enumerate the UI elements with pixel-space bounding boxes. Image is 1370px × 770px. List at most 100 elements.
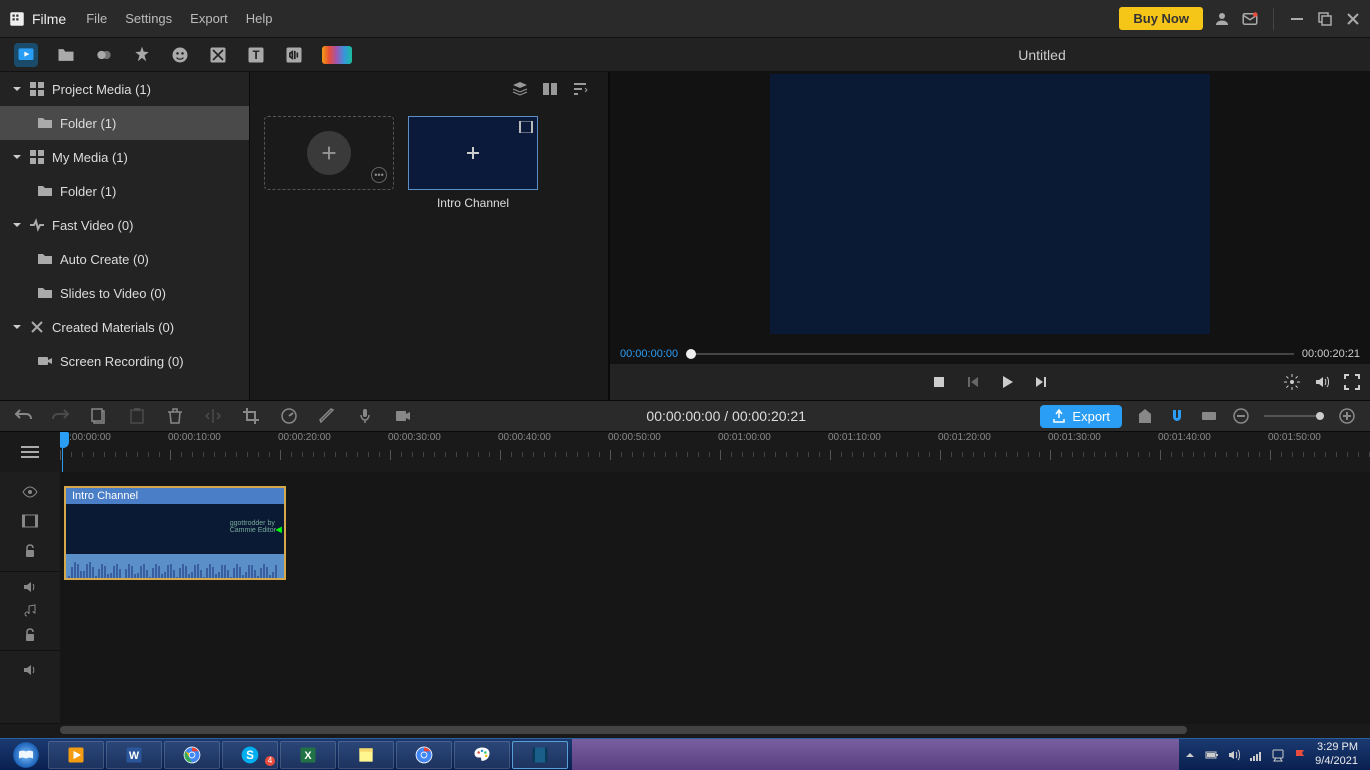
layers-icon[interactable] bbox=[512, 81, 528, 97]
taskbar-sticky-notes[interactable] bbox=[338, 741, 394, 769]
taskbar-chrome[interactable] bbox=[164, 741, 220, 769]
extra-track-lane[interactable] bbox=[60, 658, 1370, 718]
sidebar-screen-recording[interactable]: Screen Recording (0) bbox=[0, 344, 249, 378]
zoom-slider[interactable] bbox=[1264, 415, 1324, 417]
close-button[interactable] bbox=[1344, 10, 1362, 28]
buy-now-button[interactable]: Buy Now bbox=[1119, 7, 1203, 30]
eye-icon[interactable] bbox=[22, 485, 38, 499]
speaker-icon[interactable] bbox=[22, 580, 38, 594]
effects-tab-icon[interactable] bbox=[132, 45, 152, 65]
sidebar-auto-create[interactable]: Auto Create (0) bbox=[0, 242, 249, 276]
sidebar-project-media[interactable]: Project Media (1) bbox=[0, 72, 249, 106]
sort-icon[interactable] bbox=[572, 81, 588, 97]
sidebar-my-media[interactable]: My Media (1) bbox=[0, 140, 249, 174]
taskbar-skype[interactable]: S4 bbox=[222, 741, 278, 769]
zoom-handle[interactable] bbox=[1316, 412, 1324, 420]
track-options-icon[interactable] bbox=[21, 445, 39, 459]
volume-icon[interactable] bbox=[1314, 374, 1330, 390]
preview-scrubber[interactable]: 00:00:00:00 00:00:20:21 bbox=[610, 344, 1370, 364]
delete-button[interactable] bbox=[166, 407, 184, 425]
split-button[interactable] bbox=[204, 407, 222, 425]
minimize-button[interactable] bbox=[1288, 10, 1306, 28]
lock-icon[interactable] bbox=[22, 544, 38, 558]
aspect-button[interactable] bbox=[1200, 407, 1218, 425]
start-button[interactable] bbox=[6, 741, 46, 769]
copy-button[interactable] bbox=[90, 407, 108, 425]
preview-canvas[interactable] bbox=[610, 72, 1370, 344]
ruler-label: 00:00:40:00 bbox=[498, 432, 551, 443]
paste-button[interactable] bbox=[128, 407, 146, 425]
taskbar-word[interactable]: W bbox=[106, 741, 162, 769]
snapping-button[interactable] bbox=[1168, 407, 1186, 425]
timeline-clip[interactable]: Intro Channel ggottrodder byCammie Edito… bbox=[64, 486, 286, 580]
next-frame-button[interactable] bbox=[1033, 374, 1049, 390]
account-icon[interactable] bbox=[1213, 10, 1231, 28]
taskbar-media-player[interactable] bbox=[48, 741, 104, 769]
import-media-tile[interactable]: ••• bbox=[264, 116, 394, 190]
sidebar-created-materials[interactable]: Created Materials (0) bbox=[0, 310, 249, 344]
network-icon[interactable] bbox=[1249, 748, 1263, 762]
sidebar-my-folder[interactable]: Folder (1) bbox=[0, 174, 249, 208]
voiceover-button[interactable] bbox=[356, 407, 374, 425]
filme-logo-icon bbox=[8, 10, 26, 28]
menu-file[interactable]: File bbox=[86, 11, 107, 26]
media-tab-icon[interactable] bbox=[14, 43, 38, 67]
sidebar-fast-video[interactable]: Fast Video (0) bbox=[0, 208, 249, 242]
play-button[interactable] bbox=[999, 374, 1015, 390]
menu-settings[interactable]: Settings bbox=[125, 11, 172, 26]
stickers-tab-icon[interactable] bbox=[170, 45, 190, 65]
marker-button[interactable] bbox=[1136, 407, 1154, 425]
taskbar-excel[interactable]: X bbox=[280, 741, 336, 769]
filters-tab-icon[interactable] bbox=[208, 45, 228, 65]
volume-tray-icon[interactable] bbox=[1227, 748, 1241, 762]
playhead[interactable] bbox=[62, 448, 63, 472]
tray-expand-icon[interactable] bbox=[1183, 748, 1197, 762]
sidebar-project-folder[interactable]: Folder (1) bbox=[0, 106, 249, 140]
redo-button[interactable] bbox=[52, 407, 70, 425]
folder-tab-icon[interactable] bbox=[56, 45, 76, 65]
video-track-lane[interactable]: Intro Channel ggottrodder byCammie Edito… bbox=[60, 482, 1370, 582]
speed-button[interactable] bbox=[280, 407, 298, 425]
mail-icon[interactable] bbox=[1241, 10, 1259, 28]
clip-thumbnail[interactable] bbox=[408, 116, 538, 190]
undo-button[interactable] bbox=[14, 407, 32, 425]
main-menu: File Settings Export Help bbox=[86, 11, 272, 26]
grid-view-icon[interactable] bbox=[542, 81, 558, 97]
sidebar-slides-to-video[interactable]: Slides to Video (0) bbox=[0, 276, 249, 310]
prev-frame-button[interactable] bbox=[965, 374, 981, 390]
taskbar-chrome-2[interactable] bbox=[396, 741, 452, 769]
camera-icon bbox=[38, 355, 52, 367]
timeline-ruler[interactable]: 00:00:00:0000:00:10:0000:00:20:0000:00:3… bbox=[60, 432, 1370, 472]
timeline-scrollbar[interactable] bbox=[60, 726, 1370, 738]
transitions-tab-icon[interactable] bbox=[94, 45, 114, 65]
media-clip[interactable]: Intro Channel bbox=[408, 116, 538, 210]
export-button[interactable]: Export bbox=[1040, 405, 1122, 428]
audio-track-lane[interactable] bbox=[60, 582, 1370, 658]
text-tab-icon[interactable]: T bbox=[246, 45, 266, 65]
zoom-out-button[interactable] bbox=[1232, 407, 1250, 425]
menu-export[interactable]: Export bbox=[190, 11, 228, 26]
crop-button[interactable] bbox=[242, 407, 260, 425]
taskbar-filme[interactable] bbox=[512, 741, 568, 769]
battery-icon[interactable] bbox=[1205, 748, 1219, 762]
more-options-icon[interactable]: ••• bbox=[371, 167, 387, 183]
fullscreen-icon[interactable] bbox=[1344, 374, 1360, 390]
settings-icon[interactable] bbox=[1284, 374, 1300, 390]
lock-icon[interactable] bbox=[22, 628, 38, 642]
menu-help[interactable]: Help bbox=[246, 11, 273, 26]
flag-icon[interactable] bbox=[1293, 748, 1307, 762]
color-adjust-button[interactable] bbox=[318, 407, 336, 425]
scrub-track[interactable] bbox=[686, 353, 1294, 355]
scrub-handle[interactable] bbox=[686, 349, 696, 359]
taskbar-paint[interactable] bbox=[454, 741, 510, 769]
tracks-body[interactable]: Intro Channel ggottrodder byCammie Edito… bbox=[60, 472, 1370, 724]
speaker-icon[interactable] bbox=[22, 663, 38, 677]
record-button[interactable] bbox=[394, 407, 412, 425]
maximize-button[interactable] bbox=[1316, 10, 1334, 28]
clock[interactable]: 3:29 PM 9/4/2021 bbox=[1315, 741, 1358, 767]
stop-button[interactable] bbox=[931, 374, 947, 390]
color-tab-icon[interactable] bbox=[322, 46, 352, 64]
audio-tab-icon[interactable] bbox=[284, 45, 304, 65]
zoom-in-button[interactable] bbox=[1338, 407, 1356, 425]
action-center-icon[interactable] bbox=[1271, 748, 1285, 762]
